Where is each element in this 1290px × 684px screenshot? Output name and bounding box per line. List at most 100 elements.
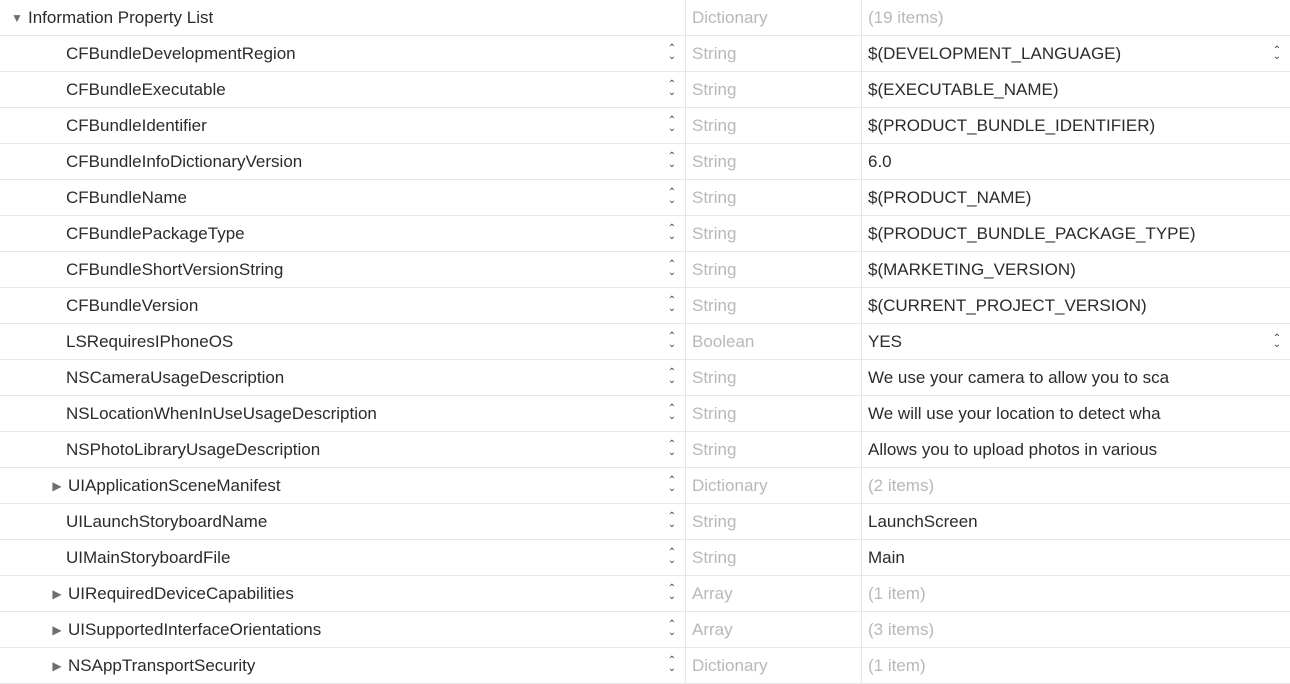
key-cell[interactable]: CFBundleIdentifier⌃⌄	[0, 108, 685, 143]
type-cell[interactable]: String	[685, 252, 861, 287]
value-cell[interactable]: We will use your location to detect wha	[861, 396, 1290, 431]
value-cell[interactable]: We use your camera to allow you to sca	[861, 360, 1290, 395]
type-cell[interactable]: String	[685, 144, 861, 179]
value-summary: (3 items)	[868, 620, 934, 640]
key-stepper[interactable]: ⌃⌄	[665, 370, 679, 386]
disclosure-right-icon[interactable]: ▶	[50, 623, 64, 637]
plist-row[interactable]: NSLocationWhenInUseUsageDescription⌃⌄Str…	[0, 396, 1290, 432]
disclosure-right-icon[interactable]: ▶	[50, 659, 64, 673]
type-cell[interactable]: String	[685, 504, 861, 539]
plist-row[interactable]: ▶UISupportedInterfaceOrientations⌃⌄Array…	[0, 612, 1290, 648]
plist-row[interactable]: NSCameraUsageDescription⌃⌄StringWe use y…	[0, 360, 1290, 396]
type-cell[interactable]: String	[685, 432, 861, 467]
type-cell[interactable]: String	[685, 360, 861, 395]
key-cell[interactable]: NSPhotoLibraryUsageDescription⌃⌄	[0, 432, 685, 467]
key-label: CFBundleInfoDictionaryVersion	[66, 152, 302, 172]
chevron-down-icon: ⌄	[668, 306, 676, 314]
plist-row[interactable]: NSPhotoLibraryUsageDescription⌃⌄StringAl…	[0, 432, 1290, 468]
key-cell[interactable]: LSRequiresIPhoneOS⌃⌄	[0, 324, 685, 359]
key-stepper[interactable]: ⌃⌄	[665, 298, 679, 314]
type-cell[interactable]: String	[685, 72, 861, 107]
plist-row[interactable]: CFBundleShortVersionString⌃⌄String $(MARK…	[0, 252, 1290, 288]
key-cell[interactable]: CFBundlePackageType⌃⌄	[0, 216, 685, 251]
key-stepper[interactable]: ⌃⌄	[665, 514, 679, 530]
plist-row[interactable]: ▶UIApplicationSceneManifest⌃⌄Dictionary(…	[0, 468, 1290, 504]
key-stepper[interactable]: ⌃⌄	[665, 226, 679, 242]
type-cell[interactable]: Dictionary	[685, 468, 861, 503]
type-cell[interactable]: Boolean	[685, 324, 861, 359]
key-stepper[interactable]: ⌃⌄	[665, 550, 679, 566]
value-cell[interactable]: Allows you to upload photos in various	[861, 432, 1290, 467]
key-stepper[interactable]: ⌃⌄	[665, 406, 679, 422]
plist-row[interactable]: CFBundleInfoDictionaryVersion ⌃⌄ String6.0	[0, 144, 1290, 180]
key-stepper[interactable]: ⌃⌄	[665, 478, 679, 494]
type-cell[interactable]: String	[685, 396, 861, 431]
value-cell[interactable]: $(CURRENT_PROJECT_VERSION)	[861, 288, 1290, 323]
key-stepper[interactable]: ⌃⌄	[665, 622, 679, 638]
disclosure-right-icon[interactable]: ▶	[50, 479, 64, 493]
plist-row[interactable]: CFBundleExecutable⌃⌄String$(EXECUTABLE_N…	[0, 72, 1290, 108]
disclosure-down-icon[interactable]: ▼	[10, 11, 24, 25]
value-cell[interactable]: $(EXECUTABLE_NAME)	[861, 72, 1290, 107]
type-cell[interactable]: String	[685, 288, 861, 323]
key-cell[interactable]: UIMainStoryboardFile⌃⌄	[0, 540, 685, 575]
plist-root-row[interactable]: ▼ Information Property List Dictionary (…	[0, 0, 1290, 36]
plist-row[interactable]: CFBundleName⌃⌄String$(PRODUCT_NAME)	[0, 180, 1290, 216]
key-stepper[interactable]: ⌃⌄	[665, 190, 679, 206]
key-cell[interactable]: ▶UIApplicationSceneManifest⌃⌄	[0, 468, 685, 503]
type-cell[interactable]: String	[685, 36, 861, 71]
key-cell[interactable]: CFBundleExecutable⌃⌄	[0, 72, 685, 107]
key-stepper[interactable]: ⌃⌄	[665, 82, 679, 98]
disclosure-right-icon[interactable]: ▶	[50, 587, 64, 601]
type-cell[interactable]: Array	[685, 576, 861, 611]
key-stepper[interactable]: ⌃⌄	[665, 658, 679, 674]
key-cell[interactable]: CFBundleVersion⌃⌄	[0, 288, 685, 323]
type-cell[interactable]: Dictionary	[685, 0, 861, 35]
key-stepper[interactable]: ⌃⌄	[665, 118, 679, 134]
value-cell[interactable]: $(PRODUCT_BUNDLE_IDENTIFIER)	[861, 108, 1290, 143]
value-cell[interactable]: $(MARKETING_VERSION)	[861, 252, 1290, 287]
key-cell[interactable]: CFBundleInfoDictionaryVersion ⌃⌄	[0, 144, 685, 179]
value-cell[interactable]: $(DEVELOPMENT_LANGUAGE)⌃⌄	[861, 36, 1290, 71]
type-cell[interactable]: String	[685, 180, 861, 215]
type-cell[interactable]: String	[685, 540, 861, 575]
type-cell[interactable]: String	[685, 216, 861, 251]
key-cell[interactable]: ▶UISupportedInterfaceOrientations⌃⌄	[0, 612, 685, 647]
plist-row[interactable]: CFBundleVersion⌃⌄String$(CURRENT_PROJECT…	[0, 288, 1290, 324]
value-stepper[interactable]: ⌃⌄	[1270, 336, 1284, 348]
value-cell[interactable]: $(PRODUCT_NAME)	[861, 180, 1290, 215]
type-cell[interactable]: String	[685, 108, 861, 143]
key-stepper[interactable]: ⌃⌄	[665, 262, 679, 278]
value-cell[interactable]: YES⌃⌄	[861, 324, 1290, 359]
key-stepper[interactable]: ⌃⌄	[665, 334, 679, 350]
key-stepper[interactable]: ⌃⌄	[665, 442, 679, 458]
value-stepper[interactable]: ⌃⌄	[1270, 48, 1284, 60]
value-cell[interactable]: 6.0	[861, 144, 1290, 179]
value-label: $(MARKETING_VERSION)	[868, 260, 1076, 280]
value-cell: (3 items)	[861, 612, 1290, 647]
key-cell[interactable]: ▶UIRequiredDeviceCapabilities⌃⌄	[0, 576, 685, 611]
key-cell[interactable]: ▼ Information Property List	[0, 0, 685, 35]
key-cell[interactable]: UILaunchStoryboardName⌃⌄	[0, 504, 685, 539]
plist-row[interactable]: CFBundleDevelopmentRegion⌃⌄String$(DEVEL…	[0, 36, 1290, 72]
key-cell[interactable]: CFBundleDevelopmentRegion⌃⌄	[0, 36, 685, 71]
type-cell[interactable]: Array	[685, 612, 861, 647]
value-cell[interactable]: $(PRODUCT_BUNDLE_PACKAGE_TYPE)	[861, 216, 1290, 251]
value-cell[interactable]: LaunchScreen	[861, 504, 1290, 539]
key-cell[interactable]: NSLocationWhenInUseUsageDescription⌃⌄	[0, 396, 685, 431]
key-stepper[interactable]: ⌃⌄	[665, 586, 679, 602]
plist-row[interactable]: LSRequiresIPhoneOS⌃⌄BooleanYES⌃⌄	[0, 324, 1290, 360]
plist-row[interactable]: CFBundleIdentifier⌃⌄String$(PRODUCT_BUND…	[0, 108, 1290, 144]
key-cell[interactable]: NSCameraUsageDescription⌃⌄	[0, 360, 685, 395]
plist-row[interactable]: ▶UIRequiredDeviceCapabilities⌃⌄Array(1 i…	[0, 576, 1290, 612]
plist-row[interactable]: UIMainStoryboardFile⌃⌄StringMain	[0, 540, 1290, 576]
chevron-down-icon: ⌄	[668, 522, 676, 530]
key-stepper[interactable]: ⌃⌄	[665, 46, 679, 62]
key-cell[interactable]: CFBundleName⌃⌄	[0, 180, 685, 215]
key-cell[interactable]: CFBundleShortVersionString⌃⌄	[0, 252, 685, 287]
plist-row[interactable]: CFBundlePackageType⌃⌄String$(PRODUCT_BUN…	[0, 216, 1290, 252]
plist-row[interactable]: ▶NSAppTransportSecurity⌃⌄Dictionary(1 it…	[0, 648, 1290, 684]
key-stepper[interactable]: ⌃⌄	[665, 154, 679, 170]
value-cell[interactable]: Main	[861, 540, 1290, 575]
plist-row[interactable]: UILaunchStoryboardName⌃⌄StringLaunchScre…	[0, 504, 1290, 540]
